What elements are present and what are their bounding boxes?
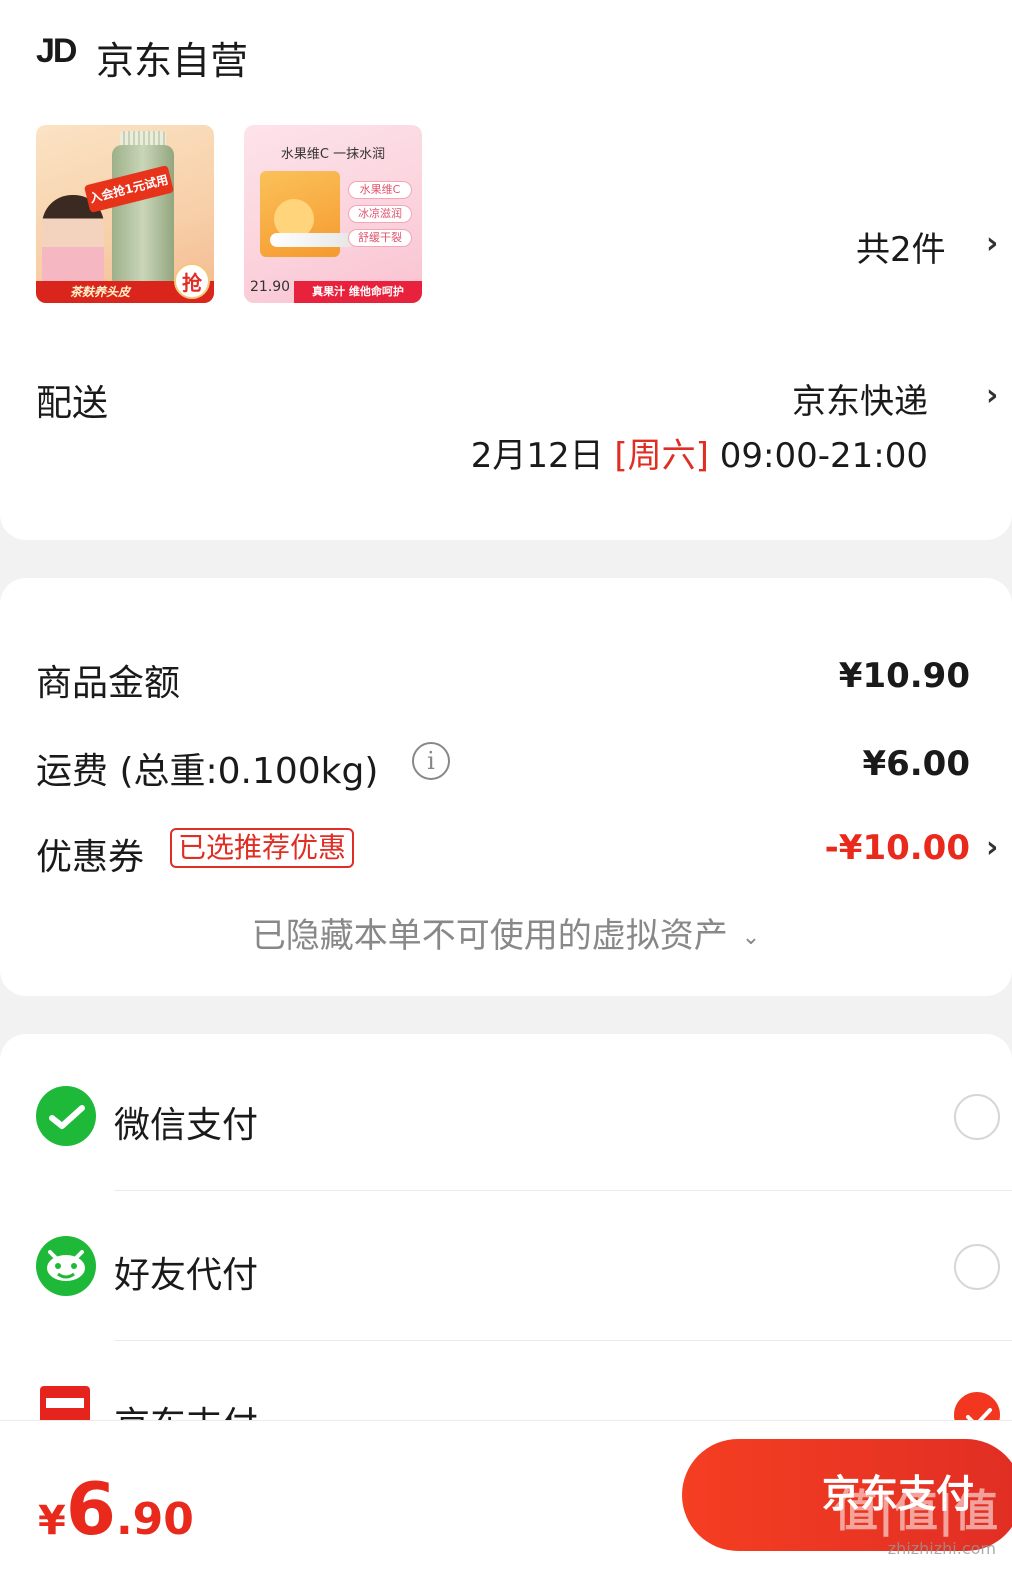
delivery-method[interactable]: 京东快递 (792, 374, 928, 423)
shop-name: 京东自营 (96, 39, 249, 83)
product-thumbnail-1[interactable]: 入会抢1元试用 茶麸养头皮 抢 (36, 125, 214, 303)
price-summary-card: 商品金额 ¥10.90 运费 (总重:0.100kg) i ¥6.00 优惠券 … (0, 578, 1012, 996)
item-count[interactable]: 共2件 (856, 222, 946, 271)
divider (114, 1190, 1012, 1191)
payment-radio-friend[interactable] (954, 1244, 1000, 1290)
lip-balm-stick-image (270, 233, 354, 247)
order-items-card: JD 京东自营 入会抢1元试用 茶麸养头皮 抢 水果维C 一抹水润 水果维C 冰… (0, 0, 1012, 540)
product-thumbnail-2[interactable]: 水果维C 一抹水润 水果维C 冰凉滋润 舒缓干裂 21.90 真果汁 维他命呵护 (244, 125, 422, 303)
total-decimal: .90 (115, 1494, 194, 1545)
card-stripe (46, 1398, 84, 1408)
delivery-time[interactable]: 2月12日 [周六] 09:00-21:00 (471, 428, 928, 477)
product-caption: 真果汁 维他命呵护 (294, 281, 422, 303)
goods-amount-label: 商品金额 (36, 663, 181, 704)
checkout-bar: ¥6.90 京东支付 值|值|值 zhizhizhi.com (0, 1420, 1012, 1580)
watermark-site: zhizhizhi.com (887, 1539, 996, 1558)
coupon-recommended-tag: 已选推荐优惠 (170, 828, 355, 868)
feature-tag: 水果维C (348, 181, 412, 199)
delivery-weekday: [周六] (614, 436, 709, 476)
chevron-right-icon[interactable]: › (986, 378, 998, 413)
goods-amount-value: ¥10.90 (838, 656, 970, 696)
product-price: 21.90 (250, 279, 291, 295)
payment-radio-wechat[interactable] (954, 1094, 1000, 1140)
total-integer: 6 (65, 1467, 116, 1551)
jd-logo: JD (36, 32, 77, 70)
payment-option-label[interactable]: 好友代付 (114, 1246, 258, 1298)
total-price: ¥6.90 (38, 1467, 194, 1551)
delivery-time-range: 09:00-21:00 (719, 436, 928, 476)
watermark: 值|值|值 (833, 1486, 998, 1537)
wechat-pay-icon (36, 1086, 96, 1146)
payment-option-label[interactable]: 微信支付 (114, 1096, 258, 1148)
friend-pay-icon (36, 1236, 96, 1296)
chevron-right-icon[interactable]: › (986, 830, 998, 865)
divider (114, 1340, 1012, 1341)
feature-tag: 冰凉滋润 (348, 205, 412, 223)
shipping-value: ¥6.00 (862, 744, 970, 784)
delivery-date: 2月12日 (470, 436, 604, 476)
hidden-assets-toggle[interactable]: 已隐藏本单不可使用的虚拟资产 ⌄ (0, 908, 1012, 957)
total-currency: ¥ (38, 1498, 66, 1544)
delivery-label: 配送 (36, 383, 109, 424)
product-headline: 水果维C 一抹水润 (280, 147, 386, 162)
hidden-assets-text: 已隐藏本单不可使用的虚拟资产 (251, 916, 728, 956)
chevron-right-icon[interactable]: › (986, 226, 998, 261)
coupon-label: 优惠券 (36, 837, 145, 878)
info-icon[interactable]: i (412, 742, 450, 780)
grab-badge: 抢 (174, 263, 210, 299)
shipping-label: 运费 (总重:0.100kg) (36, 751, 379, 792)
feature-tag: 舒缓干裂 (348, 229, 412, 247)
chevron-down-icon: ⌄ (741, 925, 761, 950)
coupon-value[interactable]: -¥10.00 (825, 828, 970, 868)
